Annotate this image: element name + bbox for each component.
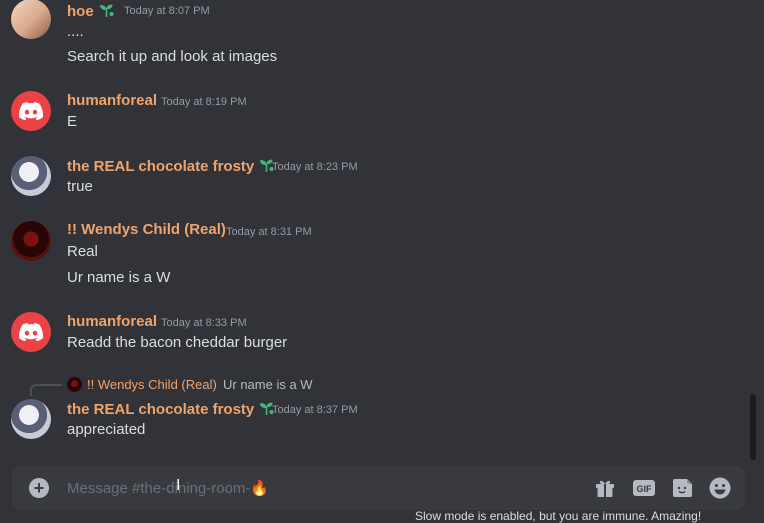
avatar[interactable]	[11, 0, 51, 39]
username[interactable]: the REAL chocolate frosty	[67, 156, 275, 178]
message-text: Ur name is a W	[67, 269, 171, 286]
username[interactable]: hoe	[67, 1, 115, 23]
discord-logo-icon	[19, 323, 43, 341]
timestamp: Today at 8:31 PM	[226, 226, 312, 238]
gift-icon[interactable]	[593, 476, 617, 500]
username[interactable]: humanforeal	[67, 313, 157, 331]
username[interactable]: !! Wendys Child (Real)	[67, 221, 226, 239]
reply-avatar[interactable]	[67, 377, 82, 392]
svg-text:GIF: GIF	[637, 484, 653, 494]
slow-mode-status: Slow mode is enabled, but you are immune…	[415, 509, 702, 523]
message-text: E	[67, 113, 78, 130]
avatar[interactable]	[11, 399, 51, 439]
timestamp: Today at 8:37 PM	[272, 404, 358, 416]
reply-spine	[30, 384, 62, 396]
avatar[interactable]	[11, 312, 51, 352]
timestamp: Today at 8:07 PM	[124, 5, 210, 17]
avatar[interactable]	[11, 156, 51, 196]
message-text: Search it up and look at images	[67, 48, 278, 65]
message-text: ....	[67, 23, 84, 40]
reply-preview[interactable]: Ur name is a W	[223, 377, 313, 392]
text-cursor-icon: I	[176, 477, 181, 494]
username-text[interactable]: the REAL chocolate frosty	[67, 401, 254, 418]
sticker-icon[interactable]	[671, 476, 695, 500]
message-text: appreciated	[67, 421, 146, 438]
discord-logo-icon	[19, 102, 43, 120]
timestamp: Today at 8:19 PM	[161, 96, 247, 108]
avatar[interactable]	[11, 221, 51, 261]
gif-icon[interactable]: GIF	[632, 476, 656, 500]
username[interactable]: humanforeal	[67, 92, 157, 110]
message-composer: + GIF	[12, 466, 745, 510]
emoji-icon[interactable]	[708, 476, 732, 500]
avatar[interactable]	[11, 91, 51, 131]
message-input[interactable]	[67, 476, 567, 500]
message-text: true	[67, 178, 93, 195]
message-text: Readd the bacon cheddar burger	[67, 334, 288, 351]
username-text[interactable]: hoe	[67, 3, 94, 20]
message-text: Real	[67, 243, 98, 260]
reply-author[interactable]: !! Wendys Child (Real)	[87, 377, 217, 392]
timestamp: Today at 8:23 PM	[272, 161, 358, 173]
username-text[interactable]: the REAL chocolate frosty	[67, 158, 254, 175]
timestamp: Today at 8:33 PM	[161, 317, 247, 329]
scrollbar-thumb[interactable]	[750, 394, 756, 460]
sprout-icon	[98, 1, 115, 23]
username[interactable]: the REAL chocolate frosty	[67, 399, 275, 421]
add-icon[interactable]: +	[29, 478, 49, 498]
scrollbar-track[interactable]	[747, 0, 757, 462]
